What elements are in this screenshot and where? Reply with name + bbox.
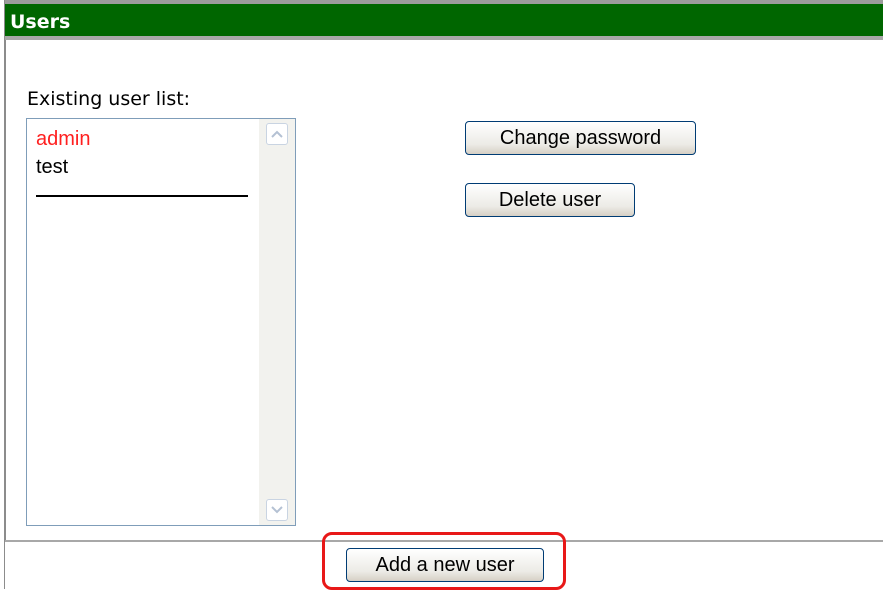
- panel-border: [4, 0, 6, 589]
- chevron-down-icon: [271, 506, 283, 514]
- scroll-up-button[interactable]: [266, 123, 288, 145]
- scroll-down-button[interactable]: [266, 499, 288, 521]
- list-item-test[interactable]: test: [27, 153, 257, 181]
- users-panel: Users Existing user list: admin test Cha…: [0, 0, 883, 590]
- delete-user-button[interactable]: Delete user: [465, 183, 635, 217]
- change-password-button[interactable]: Change password: [465, 121, 696, 155]
- listbox-scrollbar[interactable]: [259, 119, 295, 525]
- chevron-up-icon: [271, 130, 283, 138]
- user-listbox[interactable]: admin test: [26, 118, 296, 526]
- user-list-items: admin test: [27, 119, 257, 197]
- panel-title: Users: [10, 11, 71, 33]
- list-item-admin[interactable]: admin: [27, 125, 257, 153]
- add-user-button[interactable]: Add a new user: [346, 548, 544, 582]
- title-bar: Users: [5, 0, 883, 40]
- user-list-label: Existing user list:: [27, 88, 191, 110]
- list-separator: [36, 195, 248, 197]
